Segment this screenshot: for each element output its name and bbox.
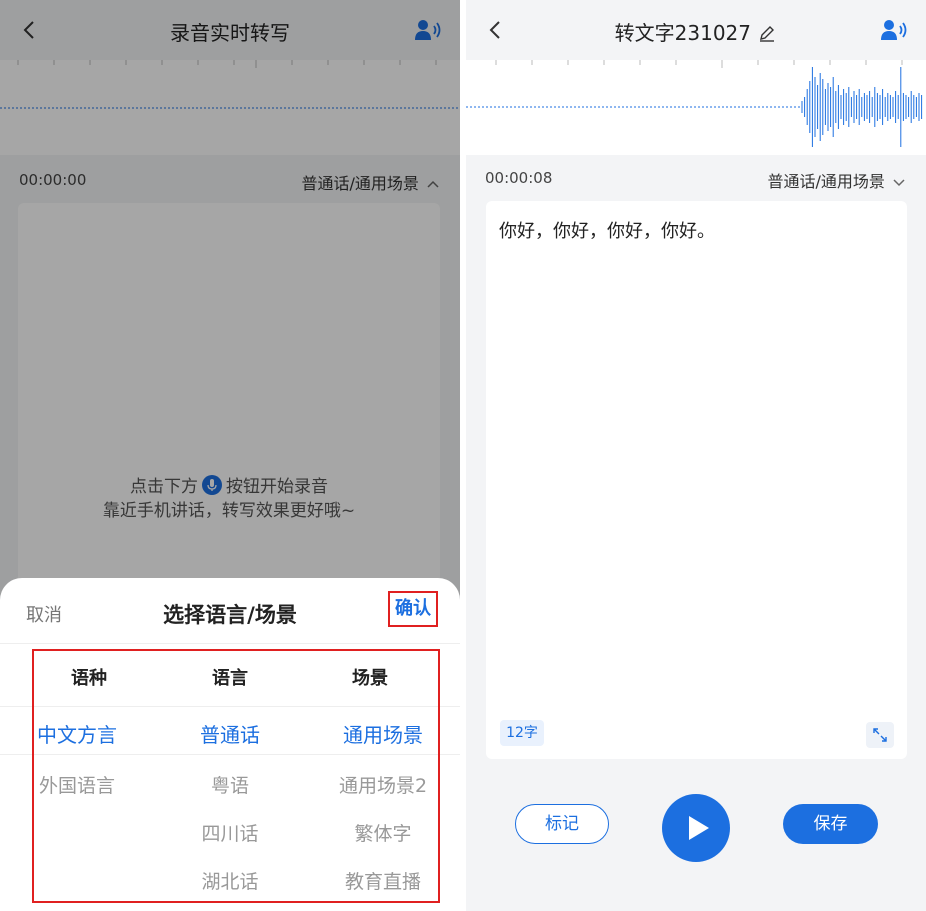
save-button[interactable]: 保存 [783, 804, 878, 844]
time-bar: 00:00:08 普通话/通用场景 [466, 158, 926, 198]
chevron-down-icon [893, 179, 905, 187]
left-screen: 录音实时转写 00:00:00 普通话/通用场景 点击下方 按钮开始录音 靠近手… [0, 0, 460, 911]
transcript-card [486, 201, 907, 759]
page-title: 转文字231027 [466, 17, 926, 46]
play-icon [689, 816, 709, 840]
transcript-text[interactable]: 你好，你好，你好，你好。 [499, 217, 715, 243]
elapsed-time: 00:00:08 [485, 169, 553, 187]
edit-icon[interactable] [757, 23, 777, 43]
mark-button[interactable]: 标记 [515, 804, 609, 844]
language-scene-label: 普通话/通用场景 [767, 172, 885, 191]
right-screen: 转文字231027 00:00:08 普通话/通用场景 你好，你好，你好，你好。 [466, 0, 926, 911]
file-title: 转文字231027 [614, 21, 751, 45]
divider [0, 643, 460, 644]
expand-icon[interactable] [866, 722, 894, 748]
char-count-badge: 12字 [500, 720, 544, 746]
speaker-icon[interactable] [878, 16, 910, 44]
language-scene-selector[interactable]: 普通话/通用场景 [768, 168, 907, 192]
play-button[interactable] [662, 794, 730, 862]
header: 转文字231027 [466, 0, 926, 60]
waveform-area [466, 60, 926, 155]
highlight-box [32, 649, 440, 903]
confirm-button[interactable]: 确认 [388, 591, 438, 627]
